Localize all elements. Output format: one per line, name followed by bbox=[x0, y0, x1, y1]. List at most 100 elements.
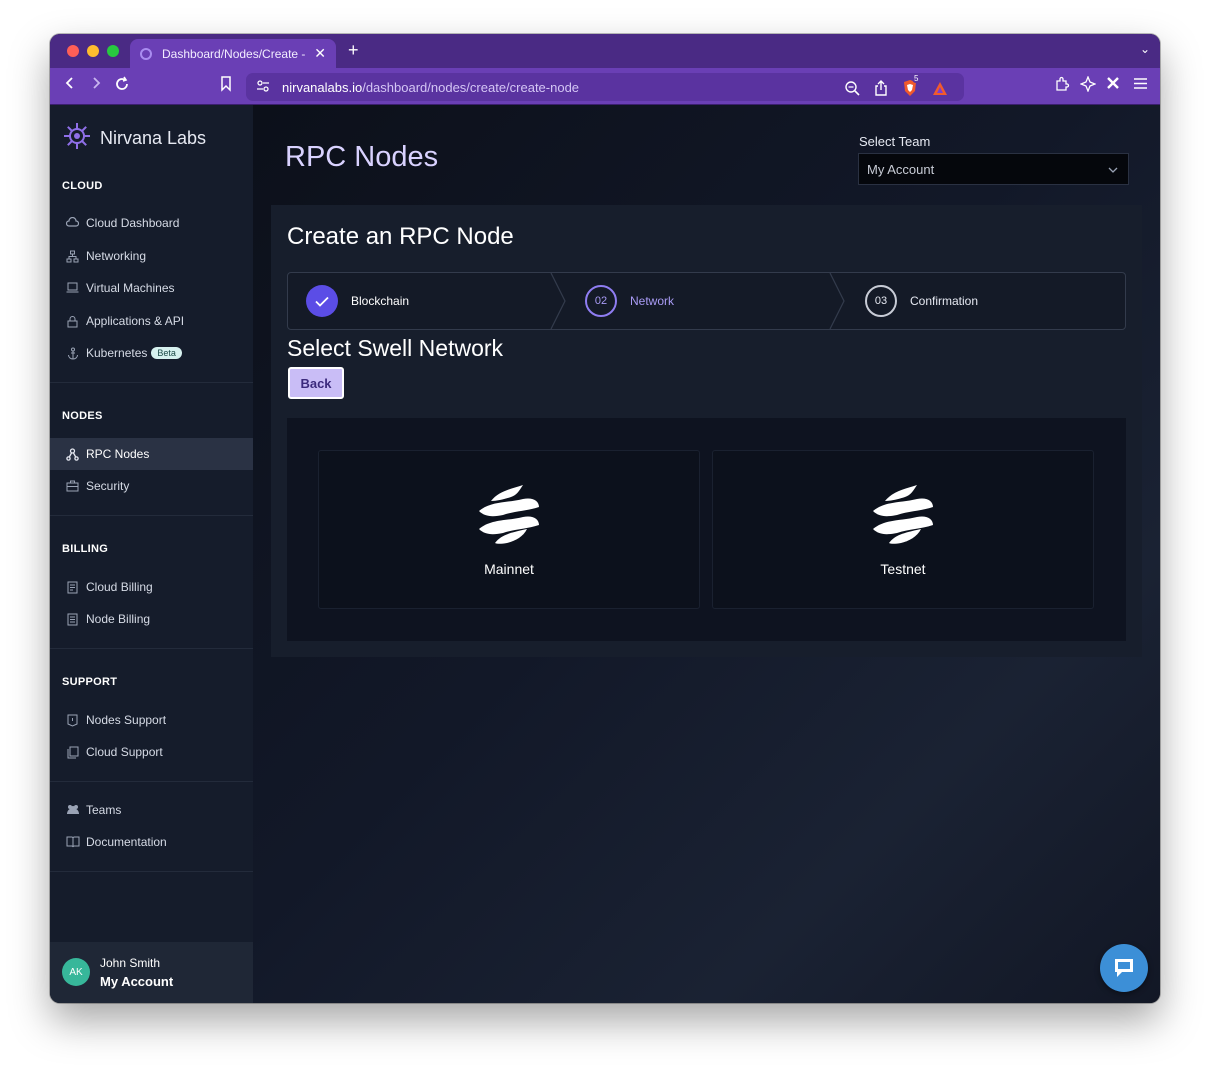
reload-icon[interactable] bbox=[114, 76, 130, 98]
shields-count-badge: 5 bbox=[912, 74, 921, 83]
chat-button[interactable] bbox=[1100, 944, 1148, 992]
swell-logo-icon bbox=[477, 481, 541, 550]
sidebar-item-documentation[interactable]: Documentation bbox=[50, 826, 253, 858]
sidebar-item-networking[interactable]: Networking bbox=[50, 240, 253, 272]
step-separator bbox=[829, 273, 845, 329]
new-tab-icon[interactable]: + bbox=[348, 40, 359, 61]
sidebar-divider bbox=[50, 648, 253, 649]
sidebar-item-kubernetes[interactable]: Kubernetes Beta bbox=[50, 337, 253, 369]
leo-ai-icon[interactable] bbox=[1079, 75, 1097, 98]
cloud-icon bbox=[65, 216, 80, 230]
address-bar-actions: 5 bbox=[845, 74, 948, 100]
brave-shields-icon[interactable]: 5 bbox=[902, 74, 921, 100]
user-profile[interactable]: AK John Smith My Account bbox=[50, 942, 253, 1003]
section-title-support: SUPPORT bbox=[62, 676, 118, 688]
main-content: RPC Nodes Select Team My Account Create … bbox=[253, 105, 1160, 1003]
share-icon[interactable] bbox=[874, 80, 888, 99]
bookmark-icon[interactable] bbox=[220, 76, 232, 98]
sidebar: Nirvana Labs CLOUD Cloud Dashboard Netwo… bbox=[50, 105, 253, 1003]
url-path: /dashboard/nodes/create/create-node bbox=[362, 79, 580, 95]
step-network[interactable]: 02 Network bbox=[585, 273, 674, 329]
stepper: Blockchain 02 Network 03 Confirmation bbox=[287, 272, 1126, 330]
sidebar-item-virtual-machines[interactable]: Virtual Machines bbox=[50, 272, 253, 304]
extension-x-icon[interactable] bbox=[1106, 76, 1120, 96]
briefcase-icon bbox=[66, 480, 79, 493]
team-select-label: Select Team bbox=[859, 134, 931, 149]
close-window-button[interactable] bbox=[67, 45, 79, 57]
sidebar-item-label: Teams bbox=[86, 803, 122, 817]
zoom-icon[interactable] bbox=[845, 80, 860, 99]
sidebar-item-label: Security bbox=[86, 479, 130, 493]
address-bar[interactable]: nirvanalabs.io/dashboard/nodes/create/cr… bbox=[246, 73, 964, 101]
lock-icon bbox=[66, 315, 79, 328]
sidebar-item-nodes-support[interactable]: Nodes Support bbox=[50, 704, 253, 736]
team-select[interactable]: My Account bbox=[858, 153, 1129, 185]
minimize-window-button[interactable] bbox=[87, 45, 99, 57]
browser-tab-active[interactable]: Dashboard/Nodes/Create - Ni ✕ bbox=[130, 39, 336, 68]
sidebar-item-label: Applications & API bbox=[86, 314, 185, 328]
menu-icon[interactable] bbox=[1133, 76, 1148, 96]
panel-title: Create an RPC Node bbox=[287, 223, 514, 250]
favicon-icon bbox=[140, 47, 152, 60]
step-separator bbox=[550, 273, 566, 329]
chat-bubble-icon bbox=[1112, 956, 1136, 985]
check-icon bbox=[306, 285, 338, 317]
sidebar-divider bbox=[50, 382, 253, 383]
nodes-icon bbox=[66, 447, 79, 461]
anchor-icon bbox=[66, 347, 79, 360]
network-label: Mainnet bbox=[484, 561, 534, 577]
sidebar-item-cloud-billing[interactable]: Cloud Billing bbox=[50, 571, 253, 603]
sidebar-item-cloud-dashboard[interactable]: Cloud Dashboard bbox=[50, 207, 253, 239]
user-name: John Smith bbox=[100, 956, 161, 970]
section-title-billing: BILLING bbox=[62, 543, 109, 555]
sidebar-item-label: Networking bbox=[86, 249, 147, 263]
sidebar-divider bbox=[50, 781, 253, 782]
back-arrow-icon[interactable] bbox=[64, 76, 76, 96]
copy-icon bbox=[66, 746, 79, 759]
maximize-window-button[interactable] bbox=[107, 45, 119, 57]
step-label: Blockchain bbox=[351, 294, 410, 308]
step-number: 03 bbox=[865, 285, 897, 317]
receipt-icon bbox=[66, 581, 79, 594]
browser-toolbar: nirvanalabs.io/dashboard/nodes/create/cr… bbox=[50, 68, 1160, 105]
browser-window: Dashboard/Nodes/Create - Ni ✕ + ⌄ nirvan… bbox=[50, 34, 1160, 1003]
forward-arrow-icon[interactable] bbox=[90, 76, 102, 96]
sidebar-item-applications-api[interactable]: Applications & API bbox=[50, 305, 253, 337]
section-title-nodes: NODES bbox=[62, 410, 103, 422]
network-card-testnet[interactable]: Testnet bbox=[712, 450, 1094, 609]
brave-rewards-icon[interactable] bbox=[932, 81, 948, 99]
sidebar-item-teams[interactable]: Teams bbox=[50, 794, 253, 826]
section-title-cloud: CLOUD bbox=[62, 180, 103, 192]
step-blockchain[interactable]: Blockchain bbox=[306, 273, 409, 329]
beta-badge: Beta bbox=[151, 347, 182, 359]
network-options: Mainnet Testnet bbox=[287, 418, 1126, 641]
brand-name: Nirvana Labs bbox=[100, 128, 207, 148]
sidebar-item-label: RPC Nodes bbox=[86, 447, 150, 461]
network-card-mainnet[interactable]: Mainnet bbox=[318, 450, 700, 609]
step-confirmation[interactable]: 03 Confirmation bbox=[865, 273, 978, 329]
sidebar-item-label: Nodes Support bbox=[86, 713, 167, 727]
sidebar-divider bbox=[50, 515, 253, 516]
network-label: Testnet bbox=[880, 561, 926, 577]
swell-logo-icon bbox=[871, 481, 935, 550]
sidebar-item-node-billing[interactable]: Node Billing bbox=[50, 603, 253, 635]
site-settings-icon[interactable] bbox=[256, 79, 270, 95]
sidebar-item-label: Virtual Machines bbox=[86, 281, 175, 295]
sidebar-item-cloud-support[interactable]: Cloud Support bbox=[50, 736, 253, 768]
extensions-icon[interactable] bbox=[1054, 76, 1070, 98]
back-button[interactable]: Back bbox=[288, 367, 344, 399]
tab-list-chevron-icon[interactable]: ⌄ bbox=[1140, 42, 1150, 56]
book-icon bbox=[66, 836, 80, 849]
chevron-down-icon bbox=[1108, 162, 1118, 176]
nirvana-logo-icon bbox=[62, 121, 92, 156]
section-title: Select Swell Network bbox=[287, 335, 504, 361]
close-tab-icon[interactable]: ✕ bbox=[314, 45, 326, 62]
tab-strip: Dashboard/Nodes/Create - Ni ✕ + ⌄ bbox=[50, 34, 1160, 68]
brand[interactable]: Nirvana Labs bbox=[62, 121, 206, 156]
sidebar-item-rpc-nodes[interactable]: RPC Nodes bbox=[50, 438, 253, 470]
sidebar-item-security[interactable]: Security bbox=[50, 470, 253, 502]
network-icon bbox=[66, 250, 79, 263]
laptop-icon bbox=[66, 282, 79, 295]
sidebar-divider bbox=[50, 871, 253, 872]
users-icon bbox=[66, 804, 79, 817]
